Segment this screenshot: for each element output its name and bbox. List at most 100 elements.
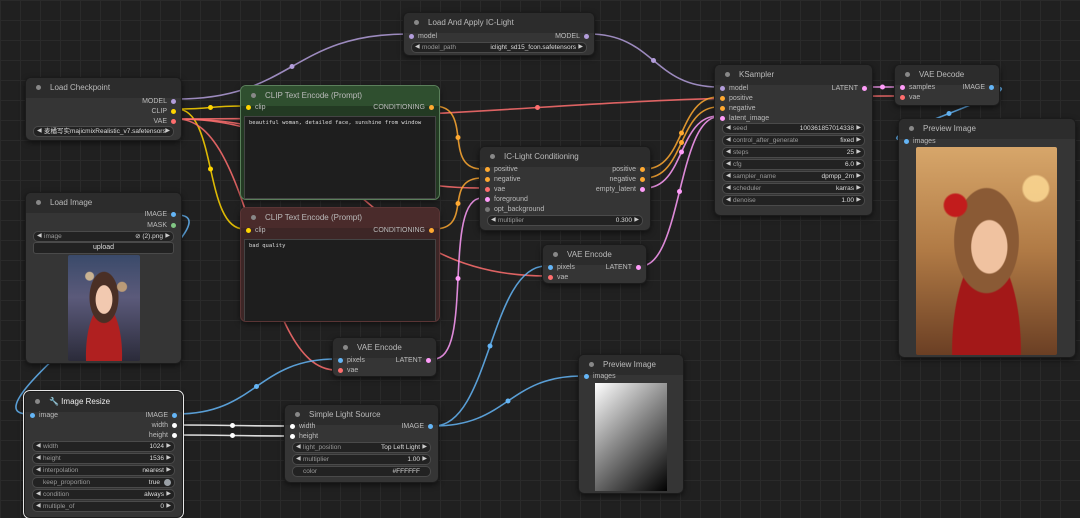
arrow-right-icon[interactable]: ▶ [856, 196, 861, 205]
multiple-of-number[interactable]: ◀ multiple_of 0 ▶ [32, 501, 175, 512]
output-image[interactable]: IMAGE [144, 210, 176, 219]
output-latent[interactable]: LATENT [396, 356, 431, 365]
output-conditioning[interactable]: CONDITIONING [373, 103, 434, 112]
node-load-checkpoint[interactable]: Load Checkpoint MODEL CLIP VAE ◀ 麦橘写实maj… [25, 77, 182, 141]
arrow-left-icon[interactable]: ◀ [726, 184, 731, 193]
arrow-left-icon[interactable]: ◀ [415, 43, 420, 52]
arrow-right-icon[interactable]: ▶ [856, 124, 861, 133]
arrow-left-icon[interactable]: ◀ [37, 232, 42, 241]
output-empty-latent[interactable]: empty_latent [596, 185, 645, 194]
output-model[interactable]: MODEL [555, 32, 589, 41]
cfg-number[interactable]: ◀ cfg 6.0 ▶ [722, 159, 865, 170]
node-ic-light-conditioning[interactable]: IC-Light Conditioning positive negative … [479, 146, 651, 231]
arrow-right-icon[interactable]: ▶ [166, 502, 171, 511]
input-vae[interactable]: vae [485, 185, 505, 194]
arrow-left-icon[interactable]: ◀ [726, 172, 731, 181]
arrow-right-icon[interactable]: ▶ [856, 172, 861, 181]
input-clip[interactable]: clip [246, 103, 266, 112]
node-preview-image-light[interactable]: Preview Image images [578, 354, 684, 494]
node-load-image[interactable]: Load Image IMAGE MASK ◀ image ⊘ (2).png … [25, 192, 182, 364]
arrow-right-icon[interactable]: ▶ [856, 148, 861, 157]
sampler-name-combo[interactable]: ◀ sampler_name dpmpp_2m ▶ [722, 171, 865, 182]
node-clip-text-encode-negative[interactable]: CLIP Text Encode (Prompt) clip CONDITION… [240, 207, 440, 322]
multiplier-number[interactable]: ◀ multiplier 0.300 ▶ [487, 215, 643, 226]
ckpt-name-combo[interactable]: ◀ 麦橘写实majicmixRealistic_v7.safetensors ▶ [33, 126, 174, 137]
input-vae[interactable]: vae [900, 93, 920, 102]
arrow-right-icon[interactable]: ▶ [166, 466, 171, 475]
steps-number[interactable]: ◀ steps 25 ▶ [722, 147, 865, 158]
node-image-resize[interactable]: 🔧 Image Resize image IMAGE width height … [23, 390, 184, 518]
arrow-right-icon[interactable]: ▶ [165, 127, 170, 136]
node-clip-text-encode-positive[interactable]: CLIP Text Encode (Prompt) clip CONDITION… [240, 85, 440, 200]
output-vae[interactable]: VAE [154, 117, 176, 126]
arrow-left-icon[interactable]: ◀ [726, 148, 731, 157]
output-clip[interactable]: CLIP [151, 107, 176, 116]
input-pixels[interactable]: pixels [548, 263, 575, 272]
arrow-right-icon[interactable]: ▶ [578, 43, 583, 52]
arrow-right-icon[interactable]: ▶ [856, 136, 861, 145]
scheduler-combo[interactable]: ◀ scheduler karras ▶ [722, 183, 865, 194]
arrow-right-icon[interactable]: ▶ [166, 442, 171, 451]
arrow-left-icon[interactable]: ◀ [296, 443, 301, 452]
input-latent-image[interactable]: latent_image [720, 114, 769, 123]
input-model[interactable]: model [720, 84, 748, 93]
output-height[interactable]: height [149, 431, 177, 440]
arrow-left-icon[interactable]: ◀ [36, 454, 41, 463]
input-images[interactable]: images [904, 137, 936, 146]
arrow-left-icon[interactable]: ◀ [37, 127, 42, 136]
condition-combo[interactable]: ◀ condition always ▶ [32, 489, 175, 500]
input-clip[interactable]: clip [246, 226, 266, 235]
arrow-left-icon[interactable]: ◀ [726, 196, 731, 205]
upload-button[interactable]: upload [33, 242, 174, 254]
input-negative[interactable]: negative [485, 175, 520, 184]
output-width[interactable]: width [152, 421, 177, 430]
arrow-right-icon[interactable]: ▶ [166, 454, 171, 463]
arrow-left-icon[interactable]: ◀ [726, 160, 731, 169]
input-image[interactable]: image [30, 411, 58, 420]
arrow-right-icon[interactable]: ▶ [856, 160, 861, 169]
arrow-left-icon[interactable]: ◀ [726, 136, 731, 145]
arrow-right-icon[interactable]: ▶ [422, 455, 427, 464]
input-images[interactable]: images [584, 372, 616, 381]
node-preview-image-result[interactable]: Preview Image images [898, 118, 1076, 358]
input-opt-background[interactable]: opt_background [485, 205, 544, 214]
input-height[interactable]: height [290, 432, 318, 441]
model-path-combo[interactable]: ◀ model_path iclight_sd15_fcon.safetenso… [411, 42, 587, 53]
arrow-left-icon[interactable]: ◀ [36, 466, 41, 475]
light-position-combo[interactable]: ◀ light_position Top Left Light ▶ [292, 442, 431, 453]
input-samples[interactable]: samples [900, 83, 935, 92]
output-latent[interactable]: LATENT [832, 84, 867, 93]
node-load-ic-light[interactable]: Load And Apply IC-Light model MODEL ◀ mo… [403, 12, 595, 56]
color-text-field[interactable]: color #FFFFFF [292, 466, 431, 477]
output-image[interactable]: IMAGE [145, 411, 177, 420]
node-vae-encode-lower[interactable]: VAE Encode pixels vae LATENT [332, 337, 437, 377]
output-conditioning[interactable]: CONDITIONING [373, 226, 434, 235]
multiplier-number[interactable]: ◀ multiplier 1.00 ▶ [292, 454, 431, 465]
input-positive[interactable]: positive [720, 94, 753, 103]
control-after-generate-combo[interactable]: ◀ control_after_generate fixed ▶ [722, 135, 865, 146]
prompt-text-field[interactable]: beautiful woman, detailed face, sunshine… [244, 116, 436, 199]
input-foreground[interactable]: foreground [485, 195, 528, 204]
seed-number[interactable]: ◀ seed 100361857014338 ▶ [722, 123, 865, 134]
input-width[interactable]: width [290, 422, 315, 431]
arrow-right-icon[interactable]: ▶ [422, 443, 427, 452]
denoise-number[interactable]: ◀ denoise 1.00 ▶ [722, 195, 865, 206]
prompt-text-field[interactable]: bad quality [244, 239, 436, 321]
keep-proportion-toggle[interactable]: keep_proportion true [32, 477, 175, 488]
node-ksampler[interactable]: KSampler model positive negative latent_… [714, 64, 873, 216]
arrow-right-icon[interactable]: ▶ [856, 184, 861, 193]
arrow-left-icon[interactable]: ◀ [726, 124, 731, 133]
arrow-left-icon[interactable]: ◀ [36, 442, 41, 451]
node-vae-decode[interactable]: VAE Decode samples vae IMAGE [894, 64, 1000, 106]
input-model[interactable]: model [409, 32, 437, 41]
input-pixels[interactable]: pixels [338, 356, 365, 365]
arrow-right-icon[interactable]: ▶ [634, 216, 639, 225]
arrow-left-icon[interactable]: ◀ [491, 216, 496, 225]
input-positive[interactable]: positive [485, 165, 518, 174]
node-vae-encode-upper[interactable]: VAE Encode pixels vae LATENT [542, 244, 647, 284]
interpolation-combo[interactable]: ◀ interpolation nearest ▶ [32, 465, 175, 476]
input-negative[interactable]: negative [720, 104, 755, 113]
arrow-right-icon[interactable]: ▶ [165, 232, 170, 241]
arrow-left-icon[interactable]: ◀ [296, 455, 301, 464]
input-vae[interactable]: vae [548, 273, 568, 282]
